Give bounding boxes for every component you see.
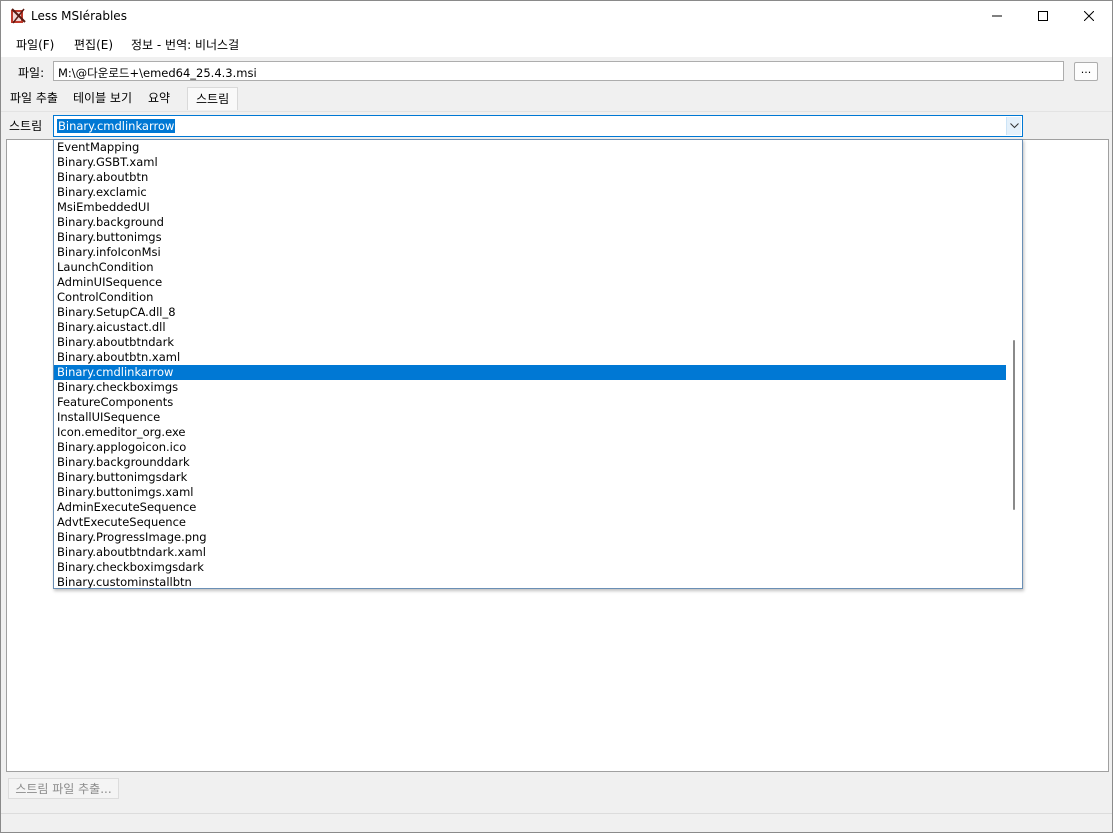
file-path-label: 파일: [18, 66, 45, 80]
stream-list-item[interactable]: Binary.checkboximgs [54, 380, 1006, 395]
tab-divider [1, 111, 1112, 112]
stream-list-item[interactable]: Binary.aboutbtn [54, 170, 1006, 185]
stream-list-item[interactable]: Binary.ProgressImage.png [54, 530, 1006, 545]
minimize-button[interactable] [974, 1, 1020, 31]
tab-streams[interactable]: 스트림 [187, 87, 239, 110]
stream-list-item[interactable]: Binary.backgrounddark [54, 455, 1006, 470]
stream-list-item[interactable]: Binary.aboutbtndark.xaml [54, 545, 1006, 560]
stream-list-item[interactable]: Binary.buttonimgsdark [54, 470, 1006, 485]
stream-list-item[interactable]: Binary.checkboximgsdark [54, 560, 1006, 575]
tab-extract-files[interactable]: 파일 추출 [10, 87, 58, 109]
tab-summary[interactable]: 요약 [148, 87, 170, 109]
menu-about[interactable]: 정보 - 번역: 비너스걸 [131, 36, 239, 53]
extract-stream-button[interactable]: 스트림 파일 추출... [8, 778, 119, 799]
minimize-icon [992, 15, 1002, 17]
file-path-input[interactable]: M:\@다운로드+\emed64_25.4.3.msi [53, 61, 1064, 81]
stream-list-item[interactable]: Binary.exclamic [54, 185, 1006, 200]
stream-list-item[interactable]: AdvtExecuteSequence [54, 515, 1006, 530]
menu-edit[interactable]: 편집(E) [74, 36, 113, 53]
stream-list-item[interactable]: Icon.emeditor_org.exe [54, 425, 1006, 440]
close-button[interactable] [1066, 1, 1112, 31]
stream-list-item[interactable]: Binary.aboutbtndark [54, 335, 1006, 350]
stream-label: 스트림 [9, 119, 43, 133]
tab-table-view[interactable]: 테이블 보기 [73, 87, 132, 109]
stream-dropdown-list[interactable]: EventMapping Binary.GSBT.xaml Binary.about… [53, 139, 1023, 589]
stream-list-item[interactable]: Binary.SetupCA.dll_8 [54, 305, 1006, 320]
app-window: Less MSIérables 파일(F) 편집(E) 정보 - 번역: 비너스… [0, 0, 1113, 833]
stream-list-item[interactable]: InstallUISequence [54, 410, 1006, 425]
stream-list-item[interactable]: Binary.infoIconMsi [54, 245, 1006, 260]
maximize-button[interactable] [1020, 1, 1066, 31]
status-bar [1, 813, 1112, 814]
stream-list-item[interactable]: Binary.cmdlinkarrow [54, 365, 1006, 380]
stream-list-item[interactable]: MsiEmbeddedUI [54, 200, 1006, 215]
stream-list-item[interactable]: EventMapping [54, 140, 1006, 155]
stream-list-item[interactable]: Binary.aicustact.dll [54, 320, 1006, 335]
title-bar: Less MSIérables [1, 1, 1112, 31]
browse-button[interactable]: ... [1074, 62, 1098, 81]
stream-list-item[interactable]: Binary.custominstallbtn [54, 575, 1006, 588]
tab-strip: 파일 추출 테이블 보기 요약 스트림 [1, 87, 1112, 111]
stream-selected-value: Binary.cmdlinkarrow [57, 119, 176, 133]
stream-list-item[interactable]: ControlCondition [54, 290, 1006, 305]
chevron-down-icon [1009, 123, 1019, 129]
stream-list-item[interactable]: Binary.aboutbtn.xaml [54, 350, 1006, 365]
stream-list-item[interactable]: FeatureComponents [54, 395, 1006, 410]
stream-list-item[interactable]: Binary.background [54, 215, 1006, 230]
stream-list-item[interactable]: Binary.buttonimgs [54, 230, 1006, 245]
maximize-icon [1038, 11, 1048, 21]
menu-file[interactable]: 파일(F) [16, 36, 54, 53]
stream-list-item[interactable]: Binary.GSBT.xaml [54, 155, 1006, 170]
dropdown-arrow-button[interactable] [1006, 117, 1021, 135]
stream-list-item[interactable]: Binary.buttonimgs.xaml [54, 485, 1006, 500]
stream-list-item[interactable]: LaunchCondition [54, 260, 1006, 275]
window-title: Less MSIérables [31, 9, 127, 23]
stream-combobox[interactable]: Binary.cmdlinkarrow [53, 115, 1023, 137]
close-icon [1084, 11, 1094, 21]
dropdown-scrollbar[interactable] [1006, 140, 1022, 588]
stream-list-item[interactable]: AdminExecuteSequence [54, 500, 1006, 515]
scrollbar-thumb[interactable] [1013, 340, 1015, 510]
stream-list: EventMapping Binary.GSBT.xaml Binary.about… [54, 140, 1006, 588]
app-icon [10, 8, 26, 24]
menu-bar: 파일(F) 편집(E) 정보 - 번역: 비너스걸 [1, 31, 1112, 57]
stream-list-item[interactable]: AdminUISequence [54, 275, 1006, 290]
stream-list-item[interactable]: Binary.applogoicon.ico [54, 440, 1006, 455]
